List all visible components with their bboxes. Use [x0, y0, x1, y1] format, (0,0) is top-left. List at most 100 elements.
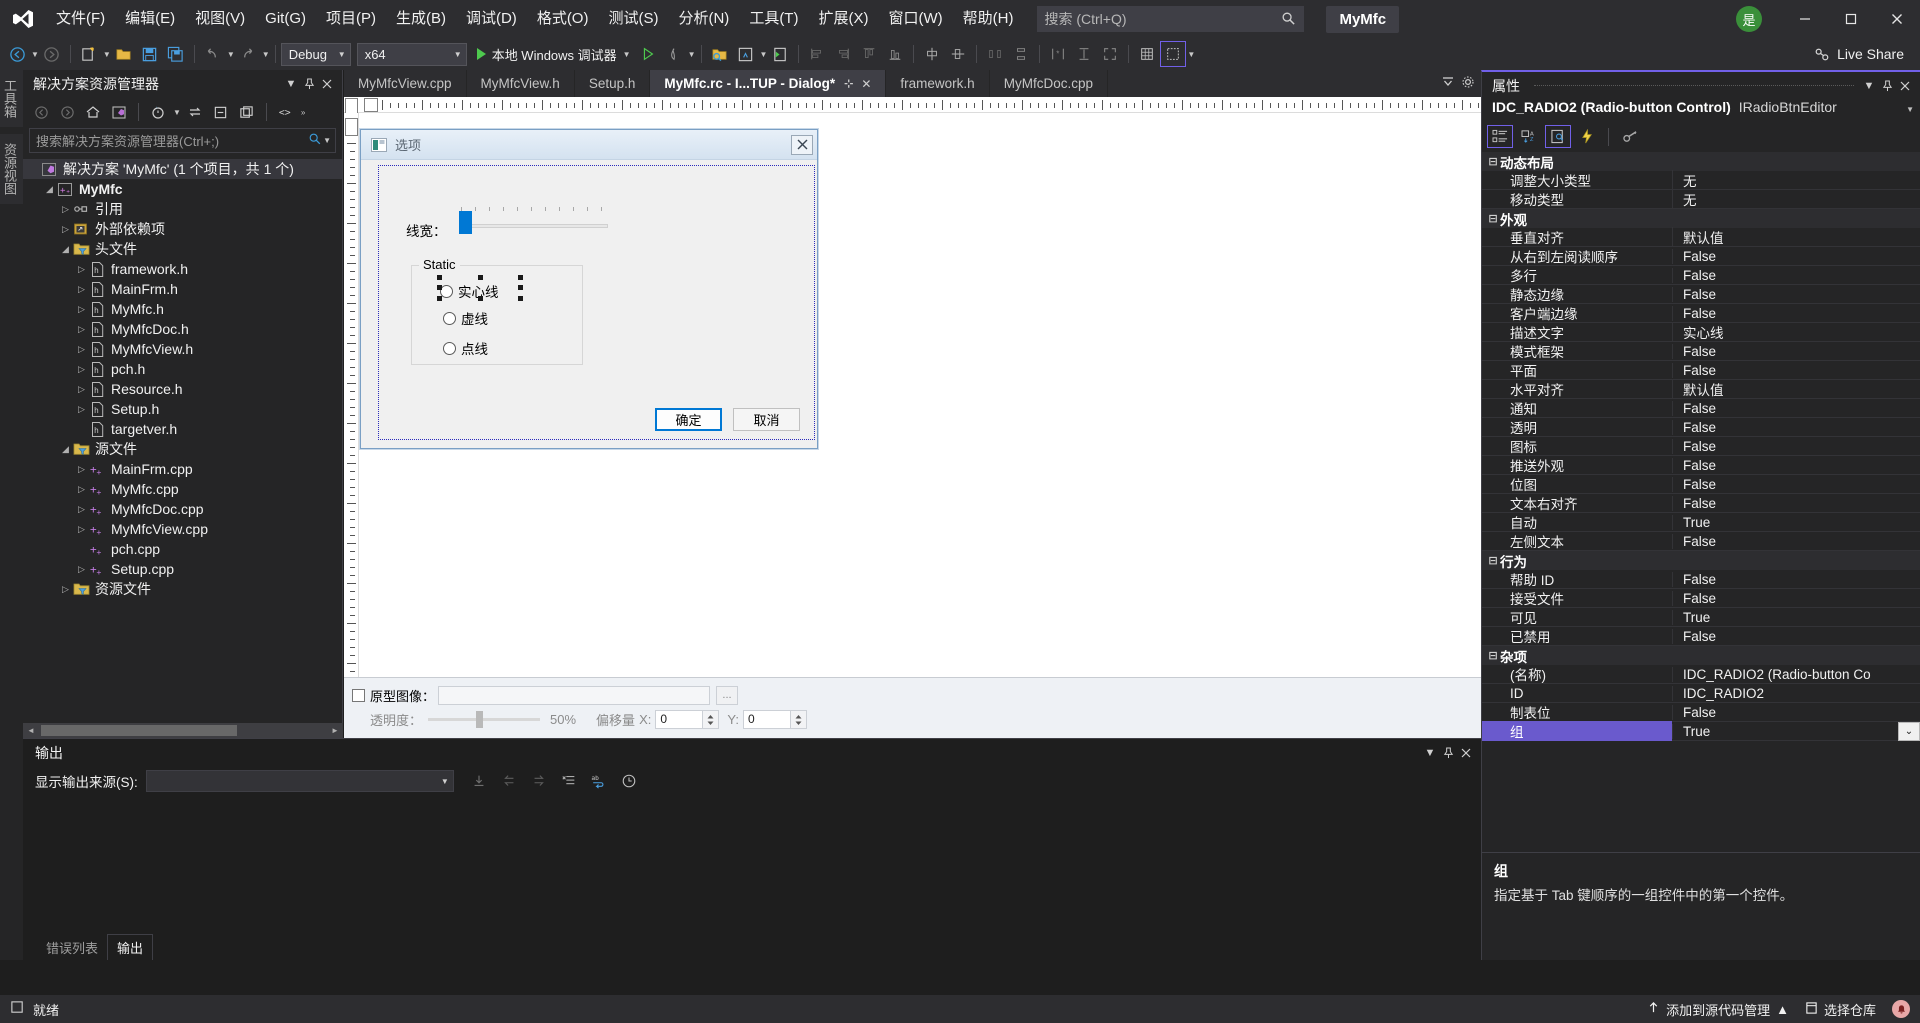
radio-dashed-line[interactable]: 虚线: [443, 308, 488, 328]
tree-item[interactable]: ◢ 源文件: [23, 439, 342, 459]
minimize-icon[interactable]: [1782, 0, 1828, 38]
align-tops-icon[interactable]: [856, 41, 882, 67]
space-down-icon[interactable]: [1008, 41, 1034, 67]
sync-icon[interactable]: [183, 101, 207, 123]
property-value[interactable]: False: [1672, 267, 1920, 283]
property-value[interactable]: False: [1672, 704, 1920, 720]
make-same-width-icon[interactable]: *: [1045, 41, 1071, 67]
tree-item[interactable]: ▷ + + MyMfc.cpp: [23, 479, 342, 499]
document-tab[interactable]: framework.h: [886, 70, 990, 97]
add-to-source-control-button[interactable]: 添加到源代码管理 ▲: [1647, 1000, 1789, 1019]
menu-item-build[interactable]: 生成(B): [386, 0, 456, 38]
property-value[interactable]: 无: [1672, 189, 1920, 209]
menu-item-format[interactable]: 格式(O): [527, 0, 599, 38]
property-row[interactable]: 自动 True: [1482, 513, 1920, 532]
align-lefts-icon[interactable]: [804, 41, 830, 67]
property-pages-icon[interactable]: [1617, 125, 1643, 148]
menu-item-analyze[interactable]: 分析(N): [668, 0, 739, 38]
output-text-area[interactable]: [23, 796, 1481, 932]
categorized-icon[interactable]: [1487, 125, 1513, 148]
platform-select[interactable]: x64 ▼: [356, 42, 467, 66]
chevron-down-icon[interactable]: ◢: [59, 444, 72, 455]
global-search-input[interactable]: 搜索 (Ctrl+Q): [1037, 6, 1305, 32]
offset-y-input[interactable]: 0: [742, 710, 791, 729]
property-row[interactable]: 垂直对齐 默认值: [1482, 227, 1920, 247]
center-horizontally-icon[interactable]: [919, 41, 945, 67]
tree-item[interactable]: ▷ h Resource.h: [23, 379, 342, 399]
menu-item-help[interactable]: 帮助(H): [953, 0, 1024, 38]
property-row[interactable]: 移动类型 无: [1482, 189, 1920, 209]
redo-icon[interactable]: [235, 41, 261, 67]
property-row[interactable]: 通知 False: [1482, 399, 1920, 418]
dialog-close-icon[interactable]: [791, 134, 813, 155]
chevron-right-icon[interactable]: ▷: [75, 324, 88, 335]
tree-item[interactable]: ▷ h MyMfc.h: [23, 299, 342, 319]
home-icon[interactable]: [81, 101, 105, 123]
collapse-toggle-icon[interactable]: ⊟: [1486, 212, 1500, 225]
property-value[interactable]: False: [1672, 590, 1920, 606]
solex-overflow-icon[interactable]: »: [301, 108, 305, 117]
close-icon[interactable]: [318, 74, 336, 94]
property-category[interactable]: ⊟ 外观: [1482, 209, 1920, 228]
line-style-groupbox[interactable]: Static: [411, 257, 583, 365]
property-value[interactable]: 无: [1672, 170, 1920, 190]
designer-canvas[interactable]: 选项 线宽： Static 实心线 虚线 点线 确定 取消: [360, 114, 1481, 677]
radio-solid-line[interactable]: 实心线: [440, 281, 499, 301]
property-row[interactable]: (名称) IDC_RADIO2 (Radio-button Co: [1482, 665, 1920, 684]
property-row[interactable]: 图标 False: [1482, 437, 1920, 456]
menu-item-window[interactable]: 窗口(W): [878, 0, 952, 38]
property-row[interactable]: 推送外观 False: [1482, 456, 1920, 475]
tab-overflow-icon[interactable]: [1441, 75, 1455, 92]
chevron-down-icon[interactable]: ◢: [43, 184, 56, 195]
property-row[interactable]: 左侧文本 False: [1482, 532, 1920, 551]
sidebar-item-resource-view[interactable]: 资源视图: [0, 134, 23, 204]
chevron-right-icon[interactable]: ▷: [75, 264, 88, 275]
property-value[interactable]: False: [1672, 628, 1920, 644]
line-width-slider[interactable]: [459, 207, 609, 237]
solution-explorer-search-input[interactable]: 搜索解决方案资源管理器(Ctrl+;) ▼: [29, 128, 336, 153]
ruler-guide-handle[interactable]: [364, 98, 378, 112]
clear-all-icon[interactable]: [554, 769, 584, 793]
property-category[interactable]: ⊟ 动态布局: [1482, 152, 1920, 171]
forward-icon[interactable]: [55, 101, 79, 123]
test-explorer-icon[interactable]: [767, 41, 793, 67]
maximize-icon[interactable]: [1828, 0, 1874, 38]
events-icon[interactable]: [1574, 125, 1600, 148]
build-configuration-select[interactable]: Debug ▼: [280, 42, 351, 66]
property-row[interactable]: 接受文件 False: [1482, 589, 1920, 608]
property-value[interactable]: False: [1672, 495, 1920, 511]
tree-item[interactable]: ◢ 头文件: [23, 239, 342, 259]
save-icon[interactable]: [137, 41, 163, 67]
prev-icon[interactable]: [494, 769, 524, 793]
tree-item[interactable]: ▷ h framework.h: [23, 259, 342, 279]
property-value[interactable]: 默认值: [1672, 227, 1920, 247]
align-bottoms-icon[interactable]: [882, 41, 908, 67]
sidebar-item-toolbox[interactable]: 工具箱: [0, 70, 23, 127]
properties-dropdown-icon[interactable]: ▼: [760, 50, 768, 59]
prototype-image-checkbox[interactable]: [352, 689, 365, 702]
jump-to-icon[interactable]: [464, 769, 494, 793]
size-to-content-icon[interactable]: [1097, 41, 1123, 67]
pin-icon[interactable]: [1439, 743, 1457, 763]
tree-item[interactable]: ▷ + + Setup.cpp: [23, 559, 342, 579]
align-rights-icon[interactable]: [830, 41, 856, 67]
property-row[interactable]: 文本右对齐 False: [1482, 494, 1920, 513]
property-row[interactable]: 客户端边缘 False: [1482, 304, 1920, 323]
tree-item[interactable]: ◢ +₊ MyMfc: [23, 179, 342, 199]
property-value[interactable]: True: [1672, 514, 1920, 530]
property-value[interactable]: IDC_RADIO2: [1672, 685, 1920, 701]
property-value[interactable]: False: [1672, 248, 1920, 264]
prototype-image-browse-button[interactable]: ...: [716, 686, 739, 705]
property-row[interactable]: 平面 False: [1482, 361, 1920, 380]
properties-grid[interactable]: ⊟ 动态布局 调整大小类型无移动类型无 ⊟ 外观 垂直对齐 默认值 从右到左阅读顺序 False…: [1482, 152, 1920, 852]
property-row[interactable]: 透明 False: [1482, 418, 1920, 437]
property-value[interactable]: False: [1672, 571, 1920, 587]
property-category[interactable]: ⊟ 杂项: [1482, 646, 1920, 665]
chevron-down-icon[interactable]: ⌄: [1898, 721, 1920, 741]
chevron-right-icon[interactable]: ▷: [75, 484, 88, 495]
chevron-right-icon[interactable]: ▷: [75, 384, 88, 395]
property-row[interactable]: ID IDC_RADIO2: [1482, 684, 1920, 703]
menu-item-edit[interactable]: 编辑(E): [115, 0, 185, 38]
property-row[interactable]: 从右到左阅读顺序 False: [1482, 247, 1920, 266]
chevron-down-icon[interactable]: ▼: [1860, 76, 1878, 96]
